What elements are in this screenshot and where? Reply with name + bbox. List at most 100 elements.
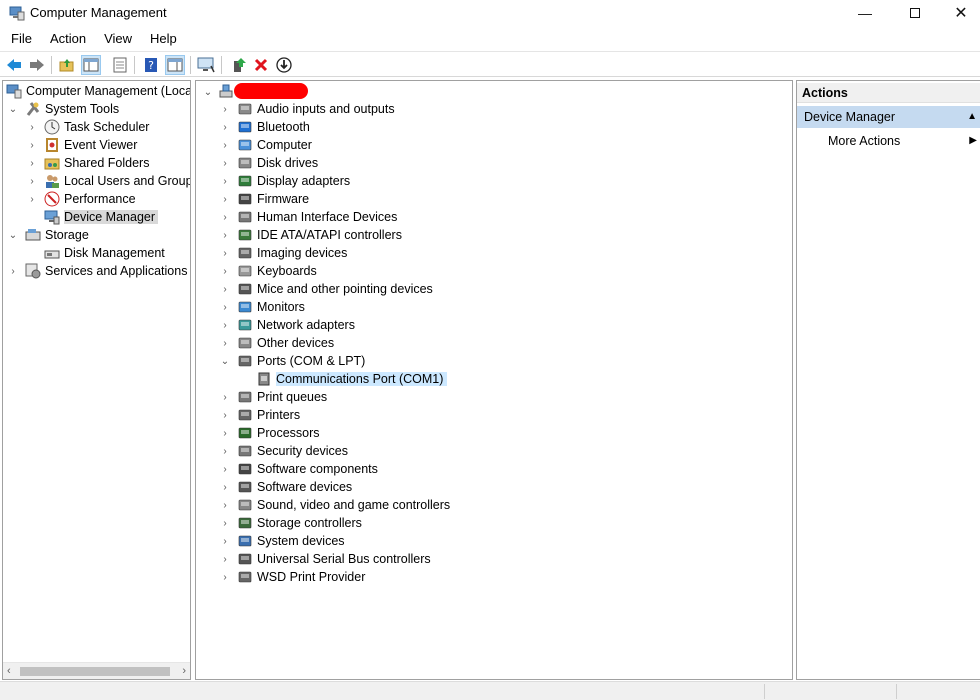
scroll-left-icon[interactable]: ‹ (7, 665, 11, 677)
device-category-other-devices[interactable]: Other devices (237, 334, 334, 352)
chevron-right-icon[interactable]: › (220, 266, 230, 277)
device-item-communications-port[interactable]: Communications Port (COM1) (256, 370, 448, 388)
chevron-right-icon[interactable]: › (220, 428, 230, 439)
chevron-right-icon[interactable]: › (220, 518, 230, 529)
chevron-right-icon[interactable]: › (27, 194, 37, 205)
chevron-right-icon[interactable]: › (220, 500, 230, 511)
chevron-right-icon[interactable]: › (220, 104, 230, 115)
help-button[interactable]: ? (141, 55, 161, 75)
device-category-software-devices[interactable]: Software devices (237, 478, 352, 496)
chevron-right-icon[interactable]: › (220, 446, 230, 457)
more-actions-item[interactable]: More Actions ▶ (797, 131, 980, 151)
scan-hardware-button[interactable] (196, 55, 216, 75)
device-category-universal-serial-bus-controllers[interactable]: Universal Serial Bus controllers (237, 550, 431, 568)
chevron-right-icon[interactable]: › (27, 140, 37, 151)
tree-item-performance[interactable]: Performance (44, 190, 136, 208)
device-category-bluetooth[interactable]: Bluetooth (237, 118, 310, 136)
device-category-printers[interactable]: Printers (237, 406, 300, 424)
chevron-right-icon[interactable]: › (220, 482, 230, 493)
device-category-security-devices[interactable]: Security devices (237, 442, 348, 460)
maximize-button[interactable] (892, 0, 938, 26)
menu-view[interactable]: View (93, 28, 139, 50)
tree-item-device-manager[interactable]: Device Manager (44, 208, 159, 226)
menu-help[interactable]: Help (139, 28, 184, 50)
device-category-ports-com-lpt[interactable]: Ports (COM & LPT) (237, 352, 365, 370)
tree-item-disk-management[interactable]: Disk Management (44, 244, 165, 262)
show-hide-console-tree-button[interactable] (81, 55, 101, 75)
up-folder-button[interactable] (57, 55, 77, 75)
tree-item-event-viewer[interactable]: Event Viewer (44, 136, 137, 154)
chevron-right-icon[interactable]: › (220, 554, 230, 565)
chevron-down-icon[interactable]: ⌄ (203, 87, 213, 98)
device-category-mice-and-other-pointing-devices[interactable]: Mice and other pointing devices (237, 280, 433, 298)
device-category-storage-controllers[interactable]: Storage controllers (237, 514, 362, 532)
forward-button[interactable] (27, 55, 47, 75)
device-category-imaging-devices[interactable]: Imaging devices (237, 244, 347, 262)
minimize-button[interactable]: — (842, 0, 888, 26)
chevron-right-icon[interactable]: › (220, 392, 230, 403)
tree-item-system-tools[interactable]: System Tools (25, 100, 119, 118)
scroll-right-icon[interactable]: › (182, 665, 186, 677)
chevron-right-icon[interactable]: › (220, 284, 230, 295)
chevron-right-icon[interactable]: › (220, 122, 230, 133)
device-category-network-adapters[interactable]: Network adapters (237, 316, 355, 334)
menu-file[interactable]: File (0, 28, 39, 50)
chevron-down-icon[interactable]: ⌄ (8, 104, 18, 115)
chevron-right-icon[interactable]: › (220, 338, 230, 349)
device-category-software-components[interactable]: Software components (237, 460, 378, 478)
show-hide-action-pane-button[interactable] (165, 55, 185, 75)
chevron-down-icon[interactable]: ⌄ (8, 230, 18, 241)
device-category-print-queues[interactable]: Print queues (237, 388, 327, 406)
device-category-sound-video-and-game-controllers[interactable]: Sound, video and game controllers (237, 496, 450, 514)
uninstall-device-button[interactable] (251, 55, 271, 75)
update-driver-button[interactable] (229, 55, 249, 75)
device-category-audio-inputs-and-outputs[interactable]: Audio inputs and outputs (237, 100, 395, 118)
services-icon (25, 263, 41, 279)
chevron-right-icon[interactable]: › (220, 464, 230, 475)
device-category-firmware[interactable]: Firmware (237, 190, 309, 208)
port-icon (258, 372, 270, 386)
device-category-computer[interactable]: Computer (237, 136, 312, 154)
device-category-disk-drives[interactable]: Disk drives (237, 154, 318, 172)
chevron-right-icon[interactable]: › (220, 176, 230, 187)
device-category-display-adapters[interactable]: Display adapters (237, 172, 350, 190)
device-category-processors[interactable]: Processors (237, 424, 320, 442)
device-category-keyboards[interactable]: Keyboards (237, 262, 317, 280)
scrollbar-thumb[interactable] (20, 667, 170, 676)
horizontal-scrollbar[interactable]: ‹ › (3, 662, 190, 679)
chevron-right-icon[interactable]: › (220, 158, 230, 169)
device-category-wsd-print-provider[interactable]: WSD Print Provider (237, 568, 365, 586)
tree-item-services-and-applications[interactable]: Services and Applications (25, 262, 187, 280)
chevron-right-icon[interactable]: › (220, 320, 230, 331)
chevron-right-icon[interactable]: › (220, 194, 230, 205)
device-category-system-devices[interactable]: System devices (237, 532, 345, 550)
chevron-right-icon[interactable]: › (220, 572, 230, 583)
chevron-right-icon[interactable]: › (27, 158, 37, 169)
chevron-right-icon[interactable]: › (220, 536, 230, 547)
collapse-up-icon[interactable]: ▲ (967, 111, 977, 122)
chevron-right-icon[interactable]: › (220, 248, 230, 259)
chevron-right-icon[interactable]: › (220, 410, 230, 421)
close-button[interactable]: ✕ (938, 0, 980, 26)
back-button[interactable] (4, 55, 24, 75)
device-category-ide-ata-atapi-controllers[interactable]: IDE ATA/ATAPI controllers (237, 226, 402, 244)
properties-button[interactable] (110, 55, 130, 75)
actions-section-device-manager[interactable]: Device Manager ▲ (797, 106, 980, 128)
chevron-right-icon[interactable]: › (27, 176, 37, 187)
chevron-right-icon[interactable]: › (220, 140, 230, 151)
tree-item-task-scheduler[interactable]: Task Scheduler (44, 118, 149, 136)
tree-item-storage[interactable]: Storage (25, 226, 89, 244)
chevron-right-icon[interactable]: › (220, 302, 230, 313)
chevron-right-icon[interactable]: › (27, 122, 37, 133)
device-category-monitors[interactable]: Monitors (237, 298, 305, 316)
tree-root[interactable]: Computer Management (Local (6, 82, 190, 100)
chevron-right-icon[interactable]: › (8, 266, 18, 277)
chevron-right-icon[interactable]: › (220, 230, 230, 241)
tree-item-shared-folders[interactable]: Shared Folders (44, 154, 149, 172)
chevron-right-icon[interactable]: › (220, 212, 230, 223)
menu-action[interactable]: Action (39, 28, 93, 50)
device-category-human-interface-devices[interactable]: Human Interface Devices (237, 208, 397, 226)
enable-device-button[interactable] (274, 55, 294, 75)
chevron-down-icon[interactable]: ⌄ (220, 356, 230, 367)
tree-item-local-users-and-groups[interactable]: Local Users and Groups (44, 172, 190, 190)
